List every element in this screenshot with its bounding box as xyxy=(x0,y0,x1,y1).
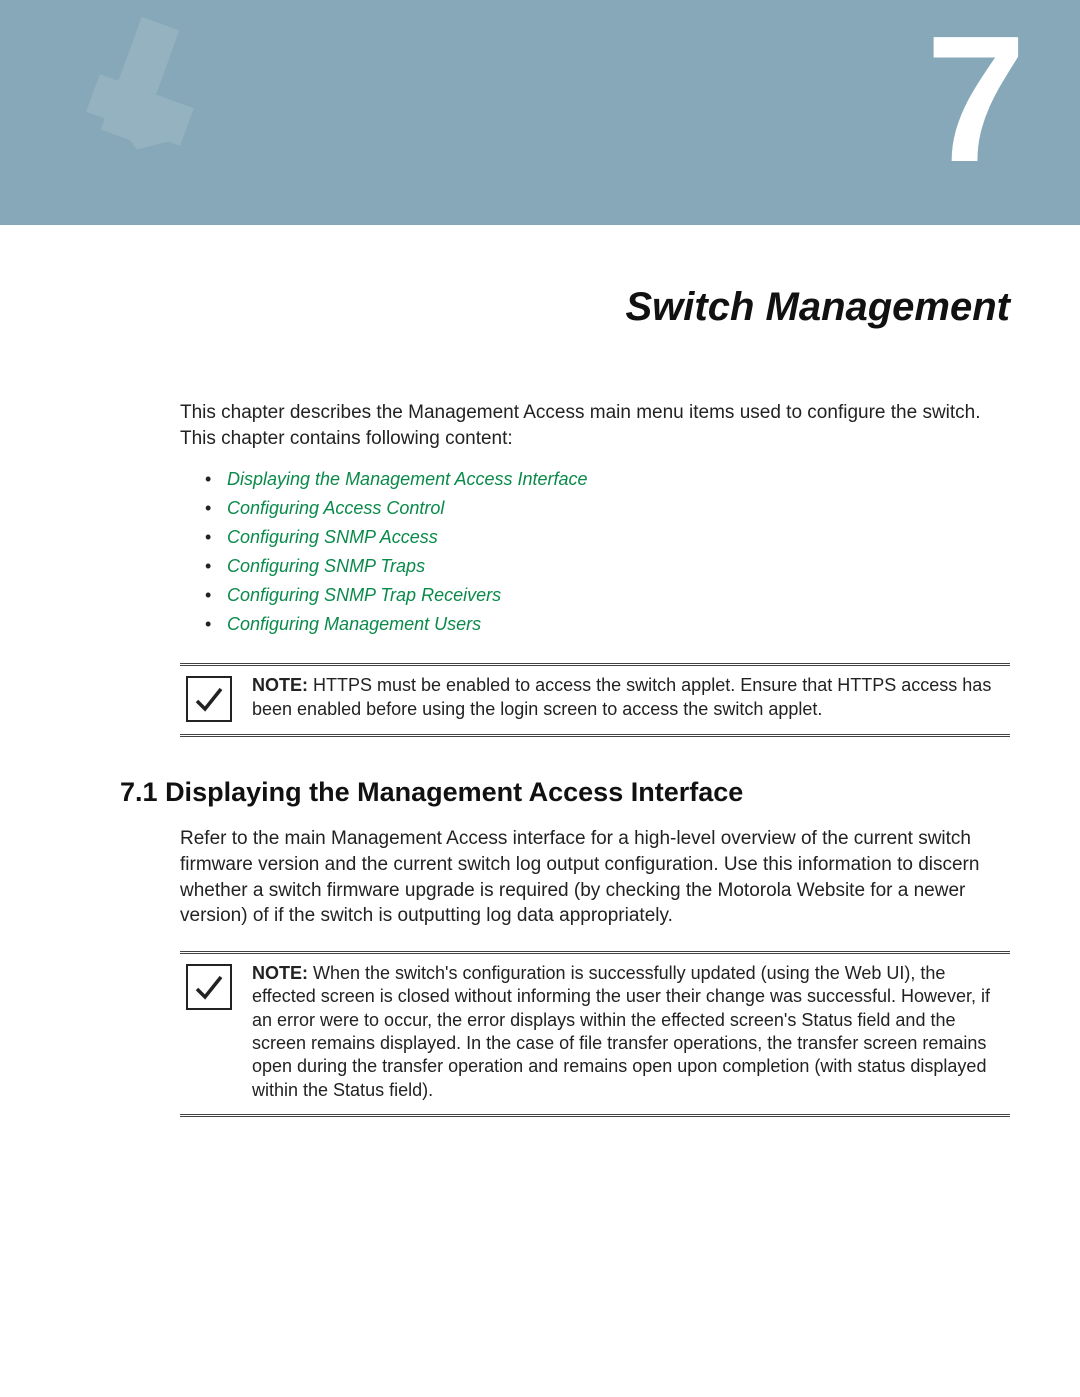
toc-link-mgmt-users[interactable]: Configuring Management Users xyxy=(205,614,1010,635)
note-text: NOTE: When the switch's configuration is… xyxy=(252,962,1010,1102)
toc-link-snmp-traps[interactable]: Configuring SNMP Traps xyxy=(205,556,1010,577)
section-title: Displaying the Management Access Interfa… xyxy=(165,777,743,807)
toc-link-display-mgmt[interactable]: Displaying the Management Access Interfa… xyxy=(205,469,1010,490)
toc-link-snmp-trap-receivers[interactable]: Configuring SNMP Trap Receivers xyxy=(205,585,1010,606)
banner-arrow-icon xyxy=(40,0,260,220)
checkmark-icon xyxy=(186,676,232,722)
note-label: NOTE: xyxy=(252,963,308,983)
note-body: HTTPS must be enabled to access the swit… xyxy=(252,675,991,718)
chapter-number: 7 xyxy=(926,10,1020,190)
toc-list: Displaying the Management Access Interfa… xyxy=(205,469,1010,635)
note-body: When the switch's configuration is succe… xyxy=(252,963,990,1100)
toc-link-access-control[interactable]: Configuring Access Control xyxy=(205,498,1010,519)
section-number: 7.1 xyxy=(120,777,158,807)
chapter-banner: 7 xyxy=(0,0,1080,225)
chapter-title: Switch Management xyxy=(70,285,1010,330)
note-text: NOTE: HTTPS must be enabled to access th… xyxy=(252,674,1010,721)
note-label: NOTE: xyxy=(252,675,308,695)
section-heading: 7.1 Displaying the Management Access Int… xyxy=(120,777,1010,808)
note-config-update: NOTE: When the switch's configuration is… xyxy=(180,951,1010,1117)
note-https: NOTE: HTTPS must be enabled to access th… xyxy=(180,663,1010,737)
toc-link-snmp-access[interactable]: Configuring SNMP Access xyxy=(205,527,1010,548)
section-body: Refer to the main Management Access inte… xyxy=(180,826,1010,929)
page-content: Switch Management This chapter describes… xyxy=(0,225,1080,1187)
intro-paragraph: This chapter describes the Management Ac… xyxy=(180,400,1010,451)
checkmark-icon xyxy=(186,964,232,1010)
